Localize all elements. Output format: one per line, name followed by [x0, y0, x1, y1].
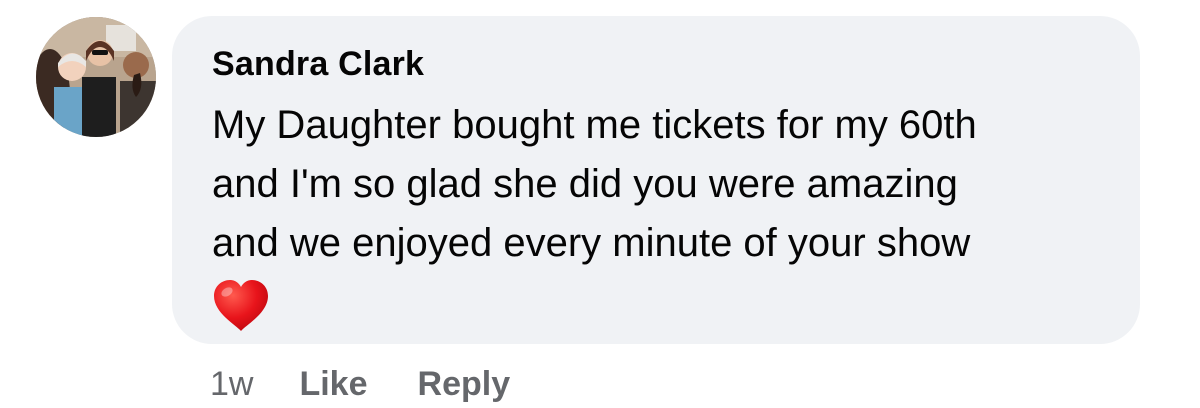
comment-text-line: and I'm so glad she did you were amazing — [212, 162, 958, 206]
comment-bubble: Sandra Clark My Daughter bought me ticke… — [172, 16, 1140, 344]
comment-actions: 1w Like Reply — [210, 362, 560, 406]
comment-author[interactable]: Sandra Clark — [212, 44, 1100, 84]
reply-button[interactable]: Reply — [418, 365, 511, 404]
comment-text-line: My Daughter bought me tickets for my 60t… — [212, 103, 977, 147]
comment-text-line: and we enjoyed every minute of your show — [212, 221, 971, 265]
avatar-photo — [36, 17, 156, 137]
comment-timestamp[interactable]: 1w — [210, 365, 253, 404]
red-heart-icon — [214, 280, 268, 331]
avatar[interactable] — [36, 17, 156, 137]
comment-text: My Daughter bought me tickets for my 60t… — [212, 96, 1112, 333]
like-button[interactable]: Like — [299, 365, 367, 404]
